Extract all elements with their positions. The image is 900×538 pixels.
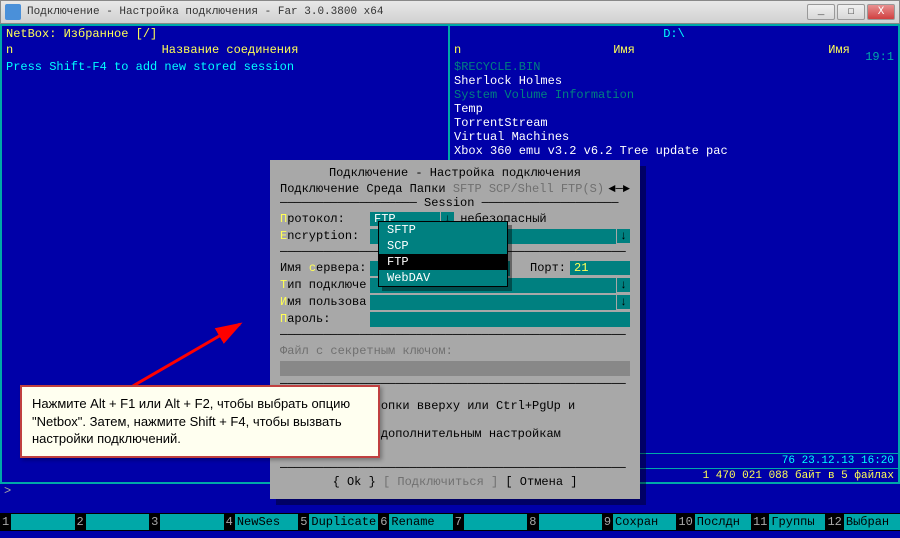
protocol-dropdown[interactable]: SFTPSCPFTPWebDAV	[378, 221, 508, 287]
list-item[interactable]: Temp	[454, 102, 894, 116]
col-name2: Имя	[784, 43, 894, 57]
user-label: Имя пользова	[280, 295, 370, 309]
dropdown-option[interactable]: WebDAV	[379, 270, 507, 286]
col-n: n	[454, 43, 464, 57]
dialog-tabs[interactable]: Подключение Среда Папки SFTP SCP/Shell F…	[280, 182, 630, 196]
dropdown-option[interactable]: SFTP	[379, 222, 507, 238]
col-name: Имя	[464, 43, 784, 57]
fkey-8[interactable]: 8	[527, 513, 602, 531]
fkey-7[interactable]: 7	[453, 513, 528, 531]
ok-button[interactable]: { Ok }	[333, 475, 376, 489]
port-label: Порт:	[530, 261, 566, 275]
far-body: 19:1 NetBox: Избранное [/] n Название со…	[0, 24, 900, 513]
hint-text: Press Shift-F4 to add new stored session	[2, 58, 448, 76]
size-summary: 1 470 021 088 байт в 5 файлах	[703, 470, 894, 482]
fkey-10[interactable]: 10Послдн	[676, 513, 751, 531]
fkey-4[interactable]: 4NewSes	[224, 513, 299, 531]
dialog-title: Подключение - Настройка подключения	[280, 166, 630, 180]
user-input[interactable]	[370, 295, 616, 310]
list-item[interactable]: TorrentStream	[454, 116, 894, 130]
list-item[interactable]: System Volume Information	[454, 88, 894, 102]
fkey-9[interactable]: 9Сохран	[602, 513, 677, 531]
tabs-active[interactable]: Подключение Среда Папки	[280, 182, 446, 196]
host-label: Имя сервера:	[280, 261, 370, 275]
separator: ─────────────────── Session ────────────…	[280, 196, 630, 210]
tabs-inactive[interactable]: SFTP SCP/Shell FTP(S)	[446, 182, 604, 196]
separator: ────────────────────────────────────────…	[280, 328, 630, 342]
file-date: 76 23.12.13 16:20	[782, 455, 894, 467]
pass-label: Пароль:	[280, 312, 370, 326]
close-button[interactable]: X	[867, 4, 895, 20]
maximize-button[interactable]: ☐	[837, 4, 865, 20]
dropdown-arrow-icon[interactable]: ↓	[617, 295, 630, 309]
fkey-2[interactable]: 2	[75, 513, 150, 531]
window-title: Подключение - Настройка подключения - Fa…	[27, 6, 805, 18]
dropdown-option[interactable]: FTP	[379, 254, 507, 270]
dropdown-option[interactable]: SCP	[379, 238, 507, 254]
conntype-label: Тип подключе	[280, 278, 370, 292]
keyfile-input	[280, 361, 630, 376]
list-item[interactable]: Virtual Machines	[454, 130, 894, 144]
instruction-tooltip: Нажмите Alt + F1 или Alt + F2, чтобы выб…	[20, 385, 380, 458]
port-input[interactable]: 21	[570, 261, 630, 275]
encryption-label: Encryption:	[280, 229, 370, 243]
list-item[interactable]: Xbox 360 emu v3.2 v6.2 Tree update pac	[454, 144, 894, 158]
keyfile-label: Файл с секретным ключом:	[280, 344, 453, 358]
connect-button: [ Подключиться ]	[383, 475, 498, 489]
pass-input[interactable]	[370, 312, 630, 327]
fkey-12[interactable]: 12Выбран	[825, 513, 900, 531]
function-keys: 1234NewSes5Duplicate6Rename789Сохран10По…	[0, 513, 900, 531]
window-titlebar: Подключение - Настройка подключения - Fa…	[0, 0, 900, 24]
separator: ────────────────────────────────────────…	[280, 461, 630, 475]
left-panel-title: NetBox: Избранное [/]	[6, 27, 157, 41]
dropdown-arrow-icon[interactable]: ↓	[617, 278, 630, 292]
tab-arrows-icon[interactable]: ◄─►	[608, 182, 630, 196]
col-n: n	[6, 43, 16, 57]
protocol-label: Протокол:	[280, 212, 370, 226]
fkey-11[interactable]: 11Группы	[751, 513, 826, 531]
cancel-button[interactable]: [ Отмена ]	[505, 475, 577, 489]
fkey-5[interactable]: 5Duplicate	[298, 513, 378, 531]
right-panel-title: D:\	[663, 27, 685, 41]
list-item[interactable]: Sherlock Holmes	[454, 74, 894, 88]
fkey-6[interactable]: 6Rename	[378, 513, 453, 531]
fkey-3[interactable]: 3	[149, 513, 224, 531]
list-item[interactable]: $RECYCLE.BIN	[454, 60, 894, 74]
fkey-1[interactable]: 1	[0, 513, 75, 531]
dialog-buttons: { Ok } [ Подключиться ] [ Отмена ]	[280, 475, 630, 489]
app-icon	[5, 4, 21, 20]
minimize-button[interactable]: _	[807, 4, 835, 20]
dropdown-arrow-icon[interactable]: ↓	[617, 229, 630, 243]
col-name: Название соединения	[16, 43, 444, 57]
